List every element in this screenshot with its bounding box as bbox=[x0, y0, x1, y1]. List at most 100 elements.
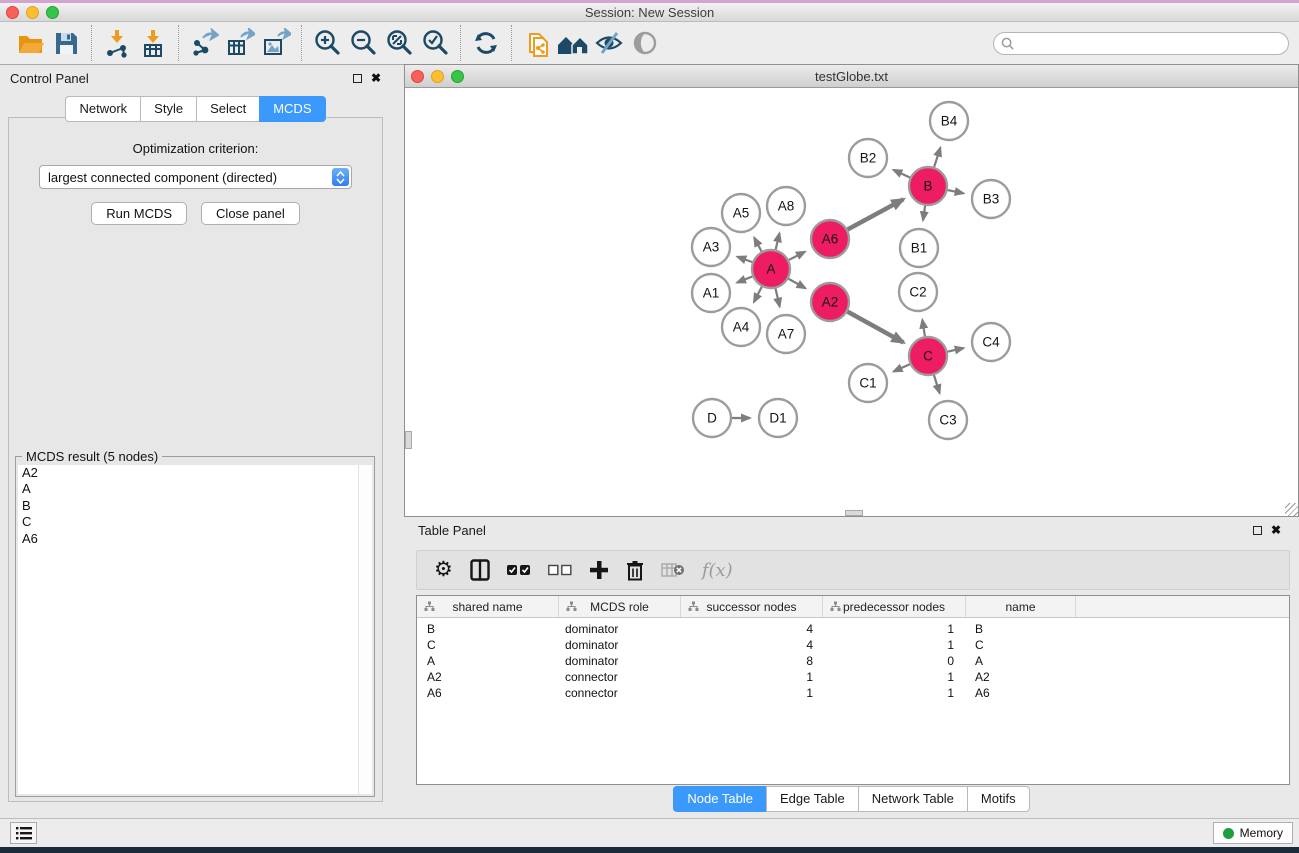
function-builder-icon[interactable]: f(x) bbox=[702, 560, 733, 581]
mcds-result-item[interactable]: C bbox=[18, 514, 358, 530]
toolbar-separator bbox=[91, 25, 92, 61]
import-network-button[interactable] bbox=[99, 25, 135, 61]
mcds-result-title: MCDS result (5 nodes) bbox=[22, 449, 162, 464]
refresh-icon bbox=[472, 29, 500, 57]
show-panels-button[interactable] bbox=[627, 25, 663, 61]
graph-edge-A-A7[interactable] bbox=[775, 288, 779, 306]
column-header-shared-name[interactable]: shared name bbox=[417, 596, 559, 617]
graph-node-label-A1: A1 bbox=[703, 286, 720, 301]
eye-icon bbox=[630, 28, 660, 58]
hide-panels-button[interactable] bbox=[591, 25, 627, 61]
graph-node-label-A8: A8 bbox=[778, 199, 795, 214]
graph-edge-B-B1[interactable] bbox=[923, 206, 925, 220]
delete-table-icon[interactable] bbox=[661, 562, 685, 578]
graph-edge-A-A6[interactable] bbox=[789, 252, 805, 260]
tab-mcds[interactable]: MCDS bbox=[259, 96, 325, 122]
tab-select[interactable]: Select bbox=[196, 96, 259, 122]
export-table-button[interactable] bbox=[222, 25, 258, 61]
column-header-predecessor-nodes[interactable]: predecessor nodes bbox=[823, 596, 966, 617]
zoom-in-icon bbox=[312, 28, 342, 58]
graph-edge-C-C3[interactable] bbox=[934, 375, 940, 393]
run-mcds-button[interactable]: Run MCDS bbox=[91, 202, 187, 225]
close-panel-icon[interactable]: ✖ bbox=[371, 74, 381, 83]
import-table-button[interactable] bbox=[135, 25, 171, 61]
result-scrollbar[interactable] bbox=[358, 465, 372, 794]
graph-edge-A-A1[interactable] bbox=[737, 276, 752, 282]
graph-edge-C-C2[interactable] bbox=[922, 320, 925, 337]
table-row[interactable]: Cdominator41C bbox=[417, 637, 1289, 653]
column-header-name[interactable]: name bbox=[966, 596, 1076, 617]
graph-edge-A-A2[interactable] bbox=[788, 279, 805, 289]
column-header-mcds-role[interactable]: MCDS role bbox=[559, 596, 681, 617]
settings-gear-icon[interactable]: ⚙ bbox=[434, 560, 453, 580]
table-row[interactable]: Adominator80A bbox=[417, 653, 1289, 669]
table-row[interactable]: A6connector11A6 bbox=[417, 685, 1289, 701]
resize-grip-icon[interactable] bbox=[1285, 503, 1298, 516]
tab-style[interactable]: Style bbox=[140, 96, 196, 122]
save-session-button[interactable] bbox=[48, 25, 84, 61]
close-panel-button[interactable]: Close panel bbox=[201, 202, 300, 225]
search-input[interactable] bbox=[1019, 36, 1288, 50]
tab-network[interactable]: Network bbox=[65, 96, 140, 122]
hierarchy-icon bbox=[566, 601, 577, 612]
table-row[interactable]: Bdominator41B bbox=[417, 621, 1289, 637]
graph-edge-A-A4[interactable] bbox=[754, 287, 762, 302]
open-session-icon bbox=[15, 28, 45, 58]
search-field[interactable] bbox=[993, 32, 1289, 55]
column-header-successor-nodes[interactable]: successor nodes bbox=[681, 596, 823, 617]
tab-node-table[interactable]: Node Table bbox=[673, 786, 766, 812]
delete-icon[interactable] bbox=[626, 560, 644, 581]
table-cell: 4 bbox=[681, 622, 823, 636]
float-panel-icon[interactable] bbox=[1253, 526, 1262, 535]
float-panel-icon[interactable] bbox=[353, 74, 362, 83]
tab-network-table[interactable]: Network Table bbox=[858, 786, 967, 812]
table-cell: C bbox=[417, 638, 559, 652]
column-layout-icon[interactable] bbox=[470, 559, 490, 581]
network-window-titlebar[interactable]: testGlobe.txt bbox=[405, 65, 1298, 88]
graph-edge-A2-C[interactable] bbox=[848, 312, 904, 343]
graph-edge-A-A3[interactable] bbox=[737, 257, 752, 262]
mcds-result-item[interactable]: A2 bbox=[18, 465, 358, 481]
zoom-fit-button[interactable] bbox=[381, 25, 417, 61]
column-label: predecessor nodes bbox=[843, 600, 945, 614]
close-panel-icon[interactable]: ✖ bbox=[1271, 526, 1281, 535]
home-button[interactable] bbox=[555, 25, 591, 61]
network-canvas[interactable]: B4B2BB3B1A5A8A6A3AA1C2A2A4A7C4CC1C3DD1 bbox=[405, 88, 1298, 516]
zoom-in-button[interactable] bbox=[309, 25, 345, 61]
add-column-icon[interactable] bbox=[589, 560, 609, 580]
open-session-button[interactable] bbox=[12, 25, 48, 61]
split-pane-handle[interactable] bbox=[845, 510, 863, 516]
graph-edge-B-B4[interactable] bbox=[934, 148, 940, 167]
graph-edge-C-C1[interactable] bbox=[894, 364, 910, 371]
graph-edge-B-B2[interactable] bbox=[893, 170, 910, 178]
mcds-result-item[interactable]: A6 bbox=[18, 531, 358, 547]
app-titlebar: Session: New Session bbox=[0, 3, 1299, 22]
tab-motifs[interactable]: Motifs bbox=[967, 786, 1030, 812]
graph-node-label-A5: A5 bbox=[733, 206, 750, 221]
export-image-button[interactable] bbox=[258, 25, 294, 61]
mcds-result-item[interactable]: A bbox=[18, 481, 358, 497]
mcds-result-item[interactable]: B bbox=[18, 498, 358, 514]
deselect-all-icon[interactable] bbox=[548, 564, 572, 576]
graph-edge-B-B3[interactable] bbox=[948, 190, 964, 193]
graph-node-label-C: C bbox=[923, 349, 933, 364]
memory-button[interactable]: Memory bbox=[1213, 822, 1293, 844]
zoom-out-button[interactable] bbox=[345, 25, 381, 61]
copy-network-button[interactable] bbox=[519, 25, 555, 61]
graph-edge-A-A5[interactable] bbox=[754, 238, 761, 252]
graph-edge-A6-B[interactable] bbox=[848, 199, 904, 229]
node-table: shared name MCDS role successor nodes bbox=[416, 595, 1290, 785]
desktop-strip bbox=[0, 847, 1299, 853]
graph-edge-C-C4[interactable] bbox=[948, 348, 964, 352]
export-network-button[interactable] bbox=[186, 25, 222, 61]
task-history-button[interactable] bbox=[10, 822, 37, 844]
table-row[interactable]: A2connector11A2 bbox=[417, 669, 1289, 685]
select-all-icon[interactable] bbox=[507, 564, 531, 576]
split-pane-handle[interactable] bbox=[405, 431, 412, 449]
zoom-selected-button[interactable] bbox=[417, 25, 453, 61]
criterion-select[interactable]: largest connected component (directed) bbox=[39, 165, 352, 189]
graph-edge-A-A8[interactable] bbox=[776, 233, 780, 249]
table-cell: 1 bbox=[681, 686, 823, 700]
refresh-button[interactable] bbox=[468, 25, 504, 61]
tab-edge-table[interactable]: Edge Table bbox=[766, 786, 858, 812]
